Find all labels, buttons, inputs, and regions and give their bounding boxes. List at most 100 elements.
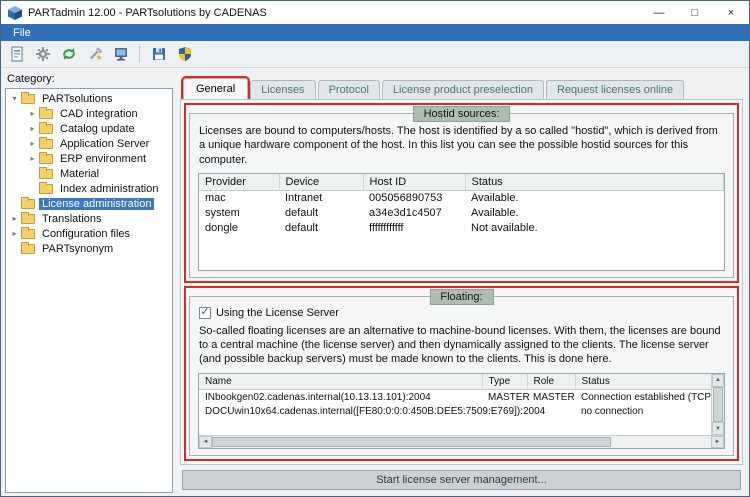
column-header-provider[interactable]: Provider bbox=[199, 173, 280, 191]
expander-closed-icon[interactable]: ▸ bbox=[27, 121, 38, 136]
column-header-type[interactable]: Type bbox=[482, 373, 528, 390]
horizontal-scrollbar-thumb[interactable] bbox=[212, 437, 611, 447]
vertical-scrollbar-thumb[interactable] bbox=[713, 386, 723, 422]
server-row-docuwin10x64[interactable]: DOCUwin10x64.cadenas.internal([FE80:0:0:… bbox=[199, 404, 711, 419]
titlebar[interactable]: PARTadmin 12.00 - PARTsolutions by CADEN… bbox=[1, 1, 749, 24]
tab-protocol[interactable]: Protocol bbox=[317, 80, 380, 99]
tree-item-partsynonym[interactable]: PARTsynonym bbox=[6, 241, 172, 256]
minimize-button[interactable]: — bbox=[641, 1, 677, 24]
cad-document-icon[interactable] bbox=[5, 43, 28, 66]
tools-wrench-icon[interactable] bbox=[83, 43, 106, 66]
column-header-role[interactable]: Role bbox=[527, 373, 576, 390]
hostid-row-dongle[interactable]: dongle default ffffffffffff Not availabl… bbox=[199, 220, 724, 235]
monitor-icon[interactable] bbox=[109, 43, 132, 66]
cell: default bbox=[285, 206, 319, 219]
expander-open-icon[interactable]: ▾ bbox=[9, 91, 20, 106]
floating-groupbox: Floating: ✓ Using the License Server So-… bbox=[189, 288, 734, 456]
cell: no connection bbox=[581, 406, 644, 418]
annotation-box-hostid: Hostid sources: Licenses are bound to co… bbox=[184, 103, 739, 283]
hostid-description: Licenses are bound to computers/hosts. T… bbox=[199, 125, 718, 166]
folder-icon bbox=[21, 197, 35, 209]
toolbar bbox=[1, 41, 749, 68]
scrollbar-track[interactable] bbox=[611, 436, 711, 448]
cell: Available. bbox=[471, 192, 519, 205]
main-area: Category: ▾ PARTsolutions ▸ CAD integrat… bbox=[1, 68, 749, 496]
scroll-left-icon[interactable]: ◄ bbox=[199, 436, 212, 448]
license-server-table-scrollarea: Name Type Role Status V bbox=[199, 373, 711, 435]
menu-file[interactable]: File bbox=[5, 27, 39, 39]
tree-item-material[interactable]: Material bbox=[6, 166, 172, 181]
content-panel: General Licenses Protocol License produc… bbox=[176, 68, 749, 496]
tree-item-partsolutions[interactable]: ▾ PARTsolutions bbox=[6, 91, 172, 106]
column-header-status[interactable]: Status bbox=[465, 173, 724, 191]
server-header-row: Name Type Role Status V bbox=[199, 373, 711, 390]
annotation-box-floating: Floating: ✓ Using the License Server So-… bbox=[184, 285, 739, 461]
catalog-update-icon[interactable] bbox=[57, 43, 80, 66]
close-button[interactable]: × bbox=[713, 1, 749, 24]
column-header-device[interactable]: Device bbox=[279, 173, 364, 191]
server-row-inbookgen02[interactable]: INbookgen02.cadenas.internal(10.13.13.10… bbox=[199, 389, 711, 404]
floating-group-title: Floating: bbox=[429, 288, 494, 305]
hostid-header-row: Provider Device Host ID Status bbox=[199, 173, 724, 191]
tree-item-index-administration[interactable]: Index administration bbox=[6, 181, 172, 196]
cell: Intranet bbox=[285, 192, 323, 205]
partadmin-window: PARTadmin 12.00 - PARTsolutions by CADEN… bbox=[0, 0, 750, 497]
tab-bar: General Licenses Protocol License produc… bbox=[180, 76, 743, 101]
folder-icon bbox=[39, 122, 53, 134]
maximize-button[interactable]: □ bbox=[677, 1, 713, 24]
menubar: File bbox=[1, 24, 749, 41]
checkbox-checked-icon[interactable]: ✓ bbox=[199, 306, 211, 319]
start-license-server-management-button[interactable]: Start license server management... bbox=[182, 470, 741, 490]
column-header-status[interactable]: Status bbox=[575, 373, 711, 390]
cell: DOCUwin10x64.cadenas.internal([FE80:0:0:… bbox=[205, 406, 546, 418]
floating-description: So-called floating licenses are an alter… bbox=[199, 324, 721, 366]
scroll-down-icon[interactable]: ▼ bbox=[712, 422, 724, 435]
save-icon[interactable] bbox=[147, 43, 170, 66]
hostid-row-mac[interactable]: mac Intranet 005056890753 Available. bbox=[199, 190, 724, 205]
cell: 005056890753 bbox=[369, 192, 443, 205]
tree-item-translations[interactable]: ▸ Translations bbox=[6, 211, 172, 226]
expander-closed-icon[interactable]: ▸ bbox=[27, 106, 38, 121]
cell: MASTER bbox=[488, 391, 530, 403]
tab-general[interactable]: General bbox=[180, 76, 251, 101]
cell: default bbox=[285, 221, 319, 234]
tab-request-licenses-online[interactable]: Request licenses online bbox=[545, 80, 685, 99]
cell: Connection established (TCP+UDP) (V3) bbox=[581, 391, 711, 403]
tree-item-license-administration[interactable]: License administration bbox=[6, 196, 172, 211]
cell: system bbox=[205, 206, 240, 219]
folder-icon bbox=[21, 227, 35, 239]
shield-icon[interactable] bbox=[173, 43, 196, 66]
tab-license-product-preselection[interactable]: License product preselection bbox=[381, 80, 544, 99]
settings-gear-icon[interactable] bbox=[31, 43, 54, 66]
cell: Available. bbox=[471, 206, 519, 219]
expander-closed-icon[interactable]: ▸ bbox=[9, 226, 20, 241]
cell: a34e3d1c4507 bbox=[369, 206, 442, 219]
tree-item-application-server[interactable]: ▸ Application Server bbox=[6, 136, 172, 151]
vertical-scrollbar[interactable]: ▲ ▼ bbox=[711, 373, 724, 435]
license-server-table: Name Type Role Status V bbox=[198, 372, 725, 449]
checkbox-label: Using the License Server bbox=[216, 306, 339, 319]
hostid-groupbox: Hostid sources: Licenses are bound to co… bbox=[189, 106, 734, 278]
tree-item-configuration-files[interactable]: ▸ Configuration files bbox=[6, 226, 172, 241]
toolbar-separator bbox=[139, 45, 140, 63]
category-label: Category: bbox=[7, 73, 55, 85]
folder-icon bbox=[39, 152, 53, 164]
category-tree: ▾ PARTsolutions ▸ CAD integration ▸ Cata… bbox=[5, 88, 173, 493]
column-header-name[interactable]: Name bbox=[199, 373, 483, 390]
tab-licenses[interactable]: Licenses bbox=[250, 80, 316, 99]
window-title: PARTadmin 12.00 - PARTsolutions by CADEN… bbox=[28, 6, 267, 19]
column-header-hostid[interactable]: Host ID bbox=[363, 173, 466, 191]
expander-closed-icon[interactable]: ▸ bbox=[27, 151, 38, 166]
scroll-right-icon[interactable]: ► bbox=[711, 436, 724, 448]
hostid-table: Provider Device Host ID Status mac Intra… bbox=[198, 172, 725, 271]
tree-item-erp-environment[interactable]: ▸ ERP environment bbox=[6, 151, 172, 166]
tree-item-cad-integration[interactable]: ▸ CAD integration bbox=[6, 106, 172, 121]
expander-closed-icon[interactable]: ▸ bbox=[27, 136, 38, 151]
horizontal-scrollbar[interactable]: ◄ ► bbox=[199, 435, 724, 448]
hostid-row-system[interactable]: system default a34e3d1c4507 Available. bbox=[199, 205, 724, 220]
expander-closed-icon[interactable]: ▸ bbox=[9, 211, 20, 226]
scroll-up-icon[interactable]: ▲ bbox=[712, 373, 724, 387]
use-license-server-checkbox[interactable]: ✓ Using the License Server bbox=[199, 306, 724, 319]
cell: INbookgen02.cadenas.internal(10.13.13.10… bbox=[205, 391, 431, 403]
tree-item-catalog-update[interactable]: ▸ Catalog update bbox=[6, 121, 172, 136]
